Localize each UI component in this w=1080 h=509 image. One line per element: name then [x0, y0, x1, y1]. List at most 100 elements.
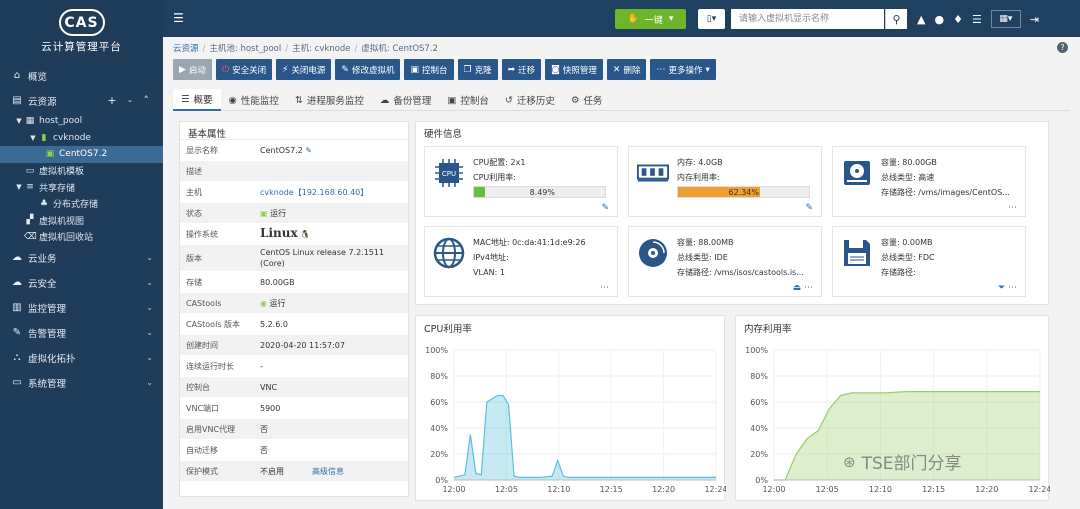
view-select[interactable]: ▦▾ [990, 10, 1021, 28]
tree-item-shared-storage[interactable]: ▼ ≡ 共享存储 [0, 179, 163, 196]
tab-tasks[interactable]: ⚙ 任务 [563, 89, 611, 111]
tree-label: cvknode [53, 132, 91, 143]
edit-icon[interactable]: ✎ [305, 146, 312, 155]
tree-label: 虚拟机模板 [39, 167, 85, 178]
prop-label: 创建时间 [186, 340, 218, 350]
camera-icon: ◙ [551, 64, 560, 75]
tab-backup[interactable]: ☁ 备份管理 [372, 89, 440, 111]
more-actions-button[interactable]: ⋯ 更多操作 ▾ [650, 59, 716, 80]
cpu-usage-fill [474, 187, 486, 197]
nav-monitor[interactable]: ▥ 监控管理 ⌄ [0, 295, 163, 320]
tree-label: 共享存储 [39, 183, 76, 194]
menu-toggle-icon[interactable]: ☰ [173, 11, 184, 25]
more-icon: ⋯ [656, 64, 666, 75]
clone-button[interactable]: ❐ 克隆 [457, 59, 498, 80]
cpu-usage-label: CPU利用率: [473, 173, 516, 182]
prop-row: 主机 cvknode【192.168.60.40】 [180, 182, 408, 203]
tab-label: 性能监控 [240, 96, 279, 107]
cpu-info: CPU配置: 2x1 CPU利用率: 8.49% [473, 155, 611, 198]
edit-vm-button[interactable]: ✎ 修改虚拟机 [335, 59, 401, 80]
prop-label: 启用VNC代理 [186, 424, 236, 434]
vm-view-icon: ▞ [26, 215, 34, 226]
prop-value: ◉ 运行 [260, 296, 408, 311]
nav-label: 虚拟化拓扑 [28, 353, 76, 365]
watermark: ⊛ TSE部门分享 [843, 449, 962, 475]
search-input[interactable] [731, 9, 884, 29]
nav-cloud-security[interactable]: ☁ 云安全 ⌄ [0, 270, 163, 295]
prop-label: CAStools [186, 298, 222, 308]
nav-cloud-resource[interactable]: ▤ 云资源 + - ˄ [0, 88, 163, 113]
list-icon[interactable]: ☰ [972, 13, 982, 26]
mac-label: MAC地址: [473, 238, 510, 247]
shirt-icon[interactable]: ♦ [953, 13, 963, 26]
tree-item-cvknode[interactable]: ▼ ▮ cvknode [0, 130, 163, 147]
onekey-button[interactable]: ✋ 一键 ▾ [615, 9, 686, 29]
tab-migration-history[interactable]: ↺ 迁移历史 [497, 89, 563, 111]
vm-menu-button[interactable]: ▯▾ [698, 9, 725, 29]
y-tick-label: 40% [430, 424, 448, 433]
protect-mode-value: 不启用 [260, 466, 284, 476]
eject-icon[interactable]: ⏷ ⋯ [998, 283, 1017, 293]
breadcrumb-host[interactable]: 主机: cvknode [292, 44, 350, 54]
nav-topology[interactable]: ⛬ 虚拟化拓扑 ⌄ [0, 345, 163, 370]
logout-icon[interactable]: ⇥ [1030, 13, 1039, 26]
advanced-info-link[interactable]: 高级信息 [312, 467, 344, 476]
host-link[interactable]: cvknode【192.168.60.40】 [260, 188, 368, 197]
nav-overview[interactable]: ⌂ 概览 [0, 63, 163, 88]
tab-console[interactable]: ▣ 控制台 [439, 89, 497, 111]
tree-toggle-icon[interactable]: ▼ [14, 183, 24, 191]
tree-item-vm-view[interactable]: ▞ 虚拟机视图 [0, 212, 163, 229]
edit-icon[interactable]: ✎ [601, 203, 609, 213]
disk-cap-value: 80.00GB [902, 158, 937, 167]
disk-cap-label: 容量: [881, 158, 900, 167]
host-icon: ▮ [41, 132, 47, 143]
tree-item-distributed-storage[interactable]: ♣ 分布式存储 [0, 196, 163, 213]
help-icon[interactable]: ? [1057, 42, 1068, 53]
power-off-button[interactable]: ⚡ 关闭电源 [276, 59, 332, 80]
nav-alarm[interactable]: ✎ 告警管理 ⌄ [0, 320, 163, 345]
tree-item-vm-recycle[interactable]: ⌫ 虚拟机回收站 [0, 229, 163, 246]
search-button[interactable]: ⚲ [885, 9, 907, 29]
running-status-icon: ▣ [260, 208, 268, 218]
snapshot-button[interactable]: ◙ 快照管理 [545, 59, 603, 80]
chevron-down-icon: ⌄ [146, 353, 153, 362]
start-button[interactable]: ▶ 启动 [173, 59, 212, 80]
y-tick-label: 100% [425, 346, 448, 355]
eject-icon[interactable]: ⏏ ⋯ [793, 283, 813, 293]
disk-path-value: /vms/images/CentOS... [918, 188, 1010, 197]
tree-toggle-icon[interactable]: ▼ [14, 117, 24, 125]
user-icon[interactable]: ● [934, 13, 944, 26]
tree-tools[interactable]: + - ˄ [107, 94, 153, 107]
more-icon[interactable]: ⋯ [600, 283, 609, 293]
memory-usage-bar: 62.34% [677, 186, 810, 198]
tree-item-centos72[interactable]: ▣ CentOS7.2 [0, 146, 163, 163]
prop-value: cvknode【192.168.60.40】 [260, 185, 408, 200]
console-button[interactable]: ▣ 控制台 [404, 59, 454, 80]
breadcrumb-host-pool[interactable]: 主机池: host_pool [209, 44, 281, 54]
breadcrumb-cloud-resource[interactable]: 云资源 [173, 44, 199, 54]
migrate-button[interactable]: ➦ 迁移 [501, 59, 542, 80]
more-icon[interactable]: ⋯ [1008, 203, 1017, 213]
home-icon: ⌂ [13, 70, 21, 81]
phone-icon: ▯▾ [706, 14, 717, 24]
x-tick-label: 12:10 [869, 485, 892, 494]
app-logo: CAS 云计算管理平台 [0, 0, 163, 63]
warning-icon[interactable]: ▲ [917, 13, 925, 26]
prop-label: VNC端口 [186, 403, 220, 413]
grid-icon: ▦▾ [999, 14, 1013, 24]
tab-process-monitor[interactable]: ⇅ 进程服务监控 [287, 89, 372, 111]
nav-system[interactable]: ▭ 系统管理 ⌄ [0, 370, 163, 395]
nav-cloud-service[interactable]: ☁ 云业务 ⌄ [0, 245, 163, 270]
prop-value: CentOS7.2 ✎ [260, 143, 408, 158]
tab-performance[interactable]: ◉ 性能监控 [221, 89, 287, 111]
safe-shutdown-button[interactable]: ⏻ 安全关闭 [215, 59, 273, 80]
tree-item-host-pool[interactable]: ▼ ▦ host_pool [0, 113, 163, 130]
tab-summary[interactable]: ☰ 概要 [173, 89, 221, 111]
tree-toggle-icon[interactable]: ▼ [28, 134, 38, 142]
display-name-value: CentOS7.2 [260, 145, 303, 155]
floppy-info: 容量: 0.00MB 总线类型: FDC 存储路径: [881, 235, 1019, 280]
delete-button[interactable]: ✕ 删除 [606, 59, 647, 80]
tree-item-vm-template[interactable]: ▭ 虚拟机模板 [0, 163, 163, 180]
edit-icon[interactable]: ✎ [805, 203, 813, 213]
clone-label: 克隆 [474, 65, 492, 76]
